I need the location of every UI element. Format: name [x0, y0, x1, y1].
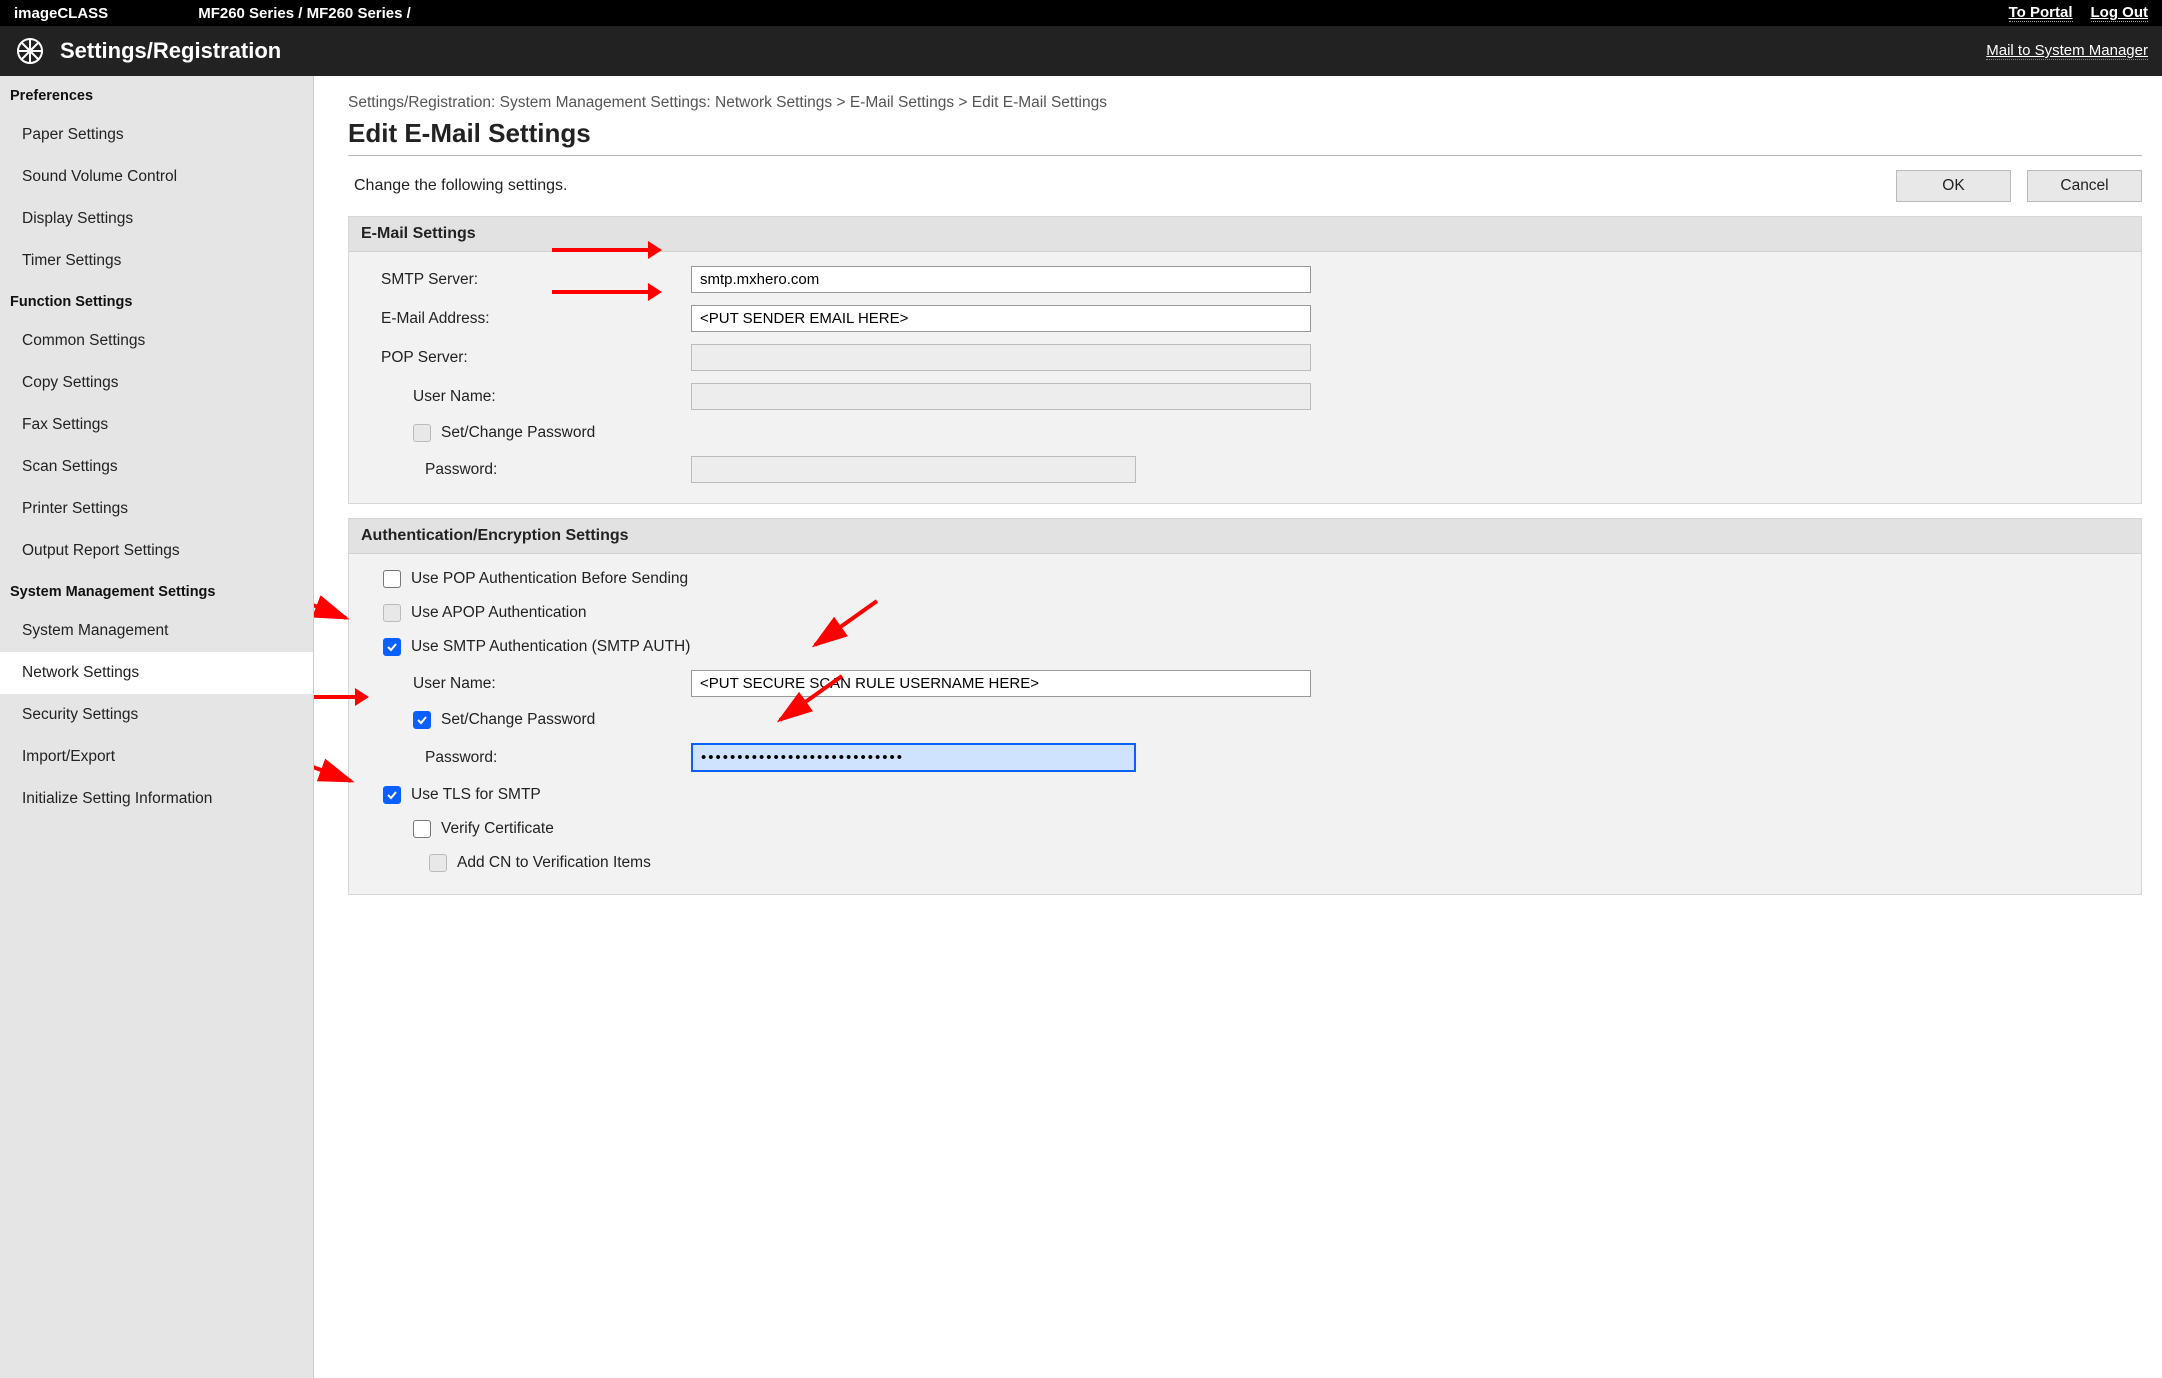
pop-password-input[interactable]	[691, 456, 1136, 483]
sidebar-item-sound-volume[interactable]: Sound Volume Control	[0, 156, 313, 198]
sidebar: Preferences Paper Settings Sound Volume …	[0, 76, 314, 1378]
verify-cert-label: Verify Certificate	[441, 820, 554, 838]
main-content: Settings/Registration: System Management…	[314, 76, 2162, 1378]
pop-auth-checkbox[interactable]	[383, 570, 401, 588]
sidebar-item-initialize-setting[interactable]: Initialize Setting Information	[0, 778, 313, 820]
add-cn-label: Add CN to Verification Items	[457, 854, 651, 872]
smtp-username-input[interactable]	[691, 670, 1311, 697]
pop-auth-label: Use POP Authentication Before Sending	[411, 570, 688, 588]
sidebar-item-fax-settings[interactable]: Fax Settings	[0, 404, 313, 446]
smtp-setpassword-checkbox[interactable]	[413, 711, 431, 729]
sidebar-item-printer-settings[interactable]: Printer Settings	[0, 488, 313, 530]
top-bar: imageCLASS MF260 Series / MF260 Series /…	[0, 0, 2162, 26]
sidebar-item-timer-settings[interactable]: Timer Settings	[0, 240, 313, 282]
page-title: Edit E-Mail Settings	[348, 118, 2142, 156]
sidebar-item-system-management[interactable]: System Management	[0, 610, 313, 652]
action-row: Change the following settings. OK Cancel	[348, 164, 2142, 216]
smtp-auth-label: Use SMTP Authentication (SMTP AUTH)	[411, 638, 690, 656]
sidebar-item-output-report[interactable]: Output Report Settings	[0, 530, 313, 572]
header-title: Settings/Registration	[60, 38, 281, 64]
to-portal-link[interactable]: To Portal	[2009, 4, 2073, 22]
instruction-text: Change the following settings.	[348, 177, 567, 195]
sidebar-item-paper-settings[interactable]: Paper Settings	[0, 114, 313, 156]
auth-encryption-panel: Authentication/Encryption Settings Use P…	[348, 518, 2142, 895]
apop-checkbox[interactable]	[383, 604, 401, 622]
breadcrumb: Settings/Registration: System Management…	[348, 94, 2142, 112]
use-tls-checkbox[interactable]	[383, 786, 401, 804]
auth-encryption-header: Authentication/Encryption Settings	[349, 519, 2141, 554]
email-settings-header: E-Mail Settings	[349, 217, 2141, 252]
pop-username-label: User Name:	[361, 388, 691, 406]
smtp-password-label: Password:	[361, 749, 691, 767]
use-tls-label: Use TLS for SMTP	[411, 786, 541, 804]
cancel-button[interactable]: Cancel	[2027, 170, 2142, 202]
add-cn-checkbox[interactable]	[429, 854, 447, 872]
pop-username-input[interactable]	[691, 383, 1311, 410]
email-address-label: E-Mail Address:	[361, 310, 691, 328]
smtp-auth-checkbox[interactable]	[383, 638, 401, 656]
header-bar: Settings/Registration Mail to System Man…	[0, 26, 2162, 76]
pop-setpassword-label: Set/Change Password	[441, 424, 595, 442]
pop-server-label: POP Server:	[361, 349, 691, 367]
sidebar-group-function: Function Settings	[0, 282, 313, 320]
email-settings-panel: E-Mail Settings SMTP Server: E-Mail Addr…	[348, 216, 2142, 504]
mail-to-system-manager-link[interactable]: Mail to System Manager	[1986, 42, 2148, 60]
smtp-username-label: User Name:	[361, 675, 691, 693]
smtp-server-label: SMTP Server:	[361, 271, 691, 289]
sidebar-item-import-export[interactable]: Import/Export	[0, 736, 313, 778]
smtp-setpassword-label: Set/Change Password	[441, 711, 595, 729]
pop-password-label: Password:	[361, 461, 691, 479]
sidebar-item-network-settings[interactable]: Network Settings	[0, 652, 313, 694]
log-out-link[interactable]: Log Out	[2091, 4, 2148, 22]
smtp-password-input[interactable]	[691, 743, 1136, 772]
sidebar-group-system: System Management Settings	[0, 572, 313, 610]
smtp-server-input[interactable]	[691, 266, 1311, 293]
verify-cert-checkbox[interactable]	[413, 820, 431, 838]
apop-label: Use APOP Authentication	[411, 604, 587, 622]
pop-setpassword-checkbox[interactable]	[413, 424, 431, 442]
sidebar-item-display-settings[interactable]: Display Settings	[0, 198, 313, 240]
ok-button[interactable]: OK	[1896, 170, 2011, 202]
sidebar-item-common-settings[interactable]: Common Settings	[0, 320, 313, 362]
model-label: MF260 Series / MF260 Series /	[198, 5, 411, 22]
sidebar-item-security-settings[interactable]: Security Settings	[0, 694, 313, 736]
sidebar-group-preferences: Preferences	[0, 76, 313, 114]
email-address-input[interactable]	[691, 305, 1311, 332]
sidebar-item-scan-settings[interactable]: Scan Settings	[0, 446, 313, 488]
sidebar-item-copy-settings[interactable]: Copy Settings	[0, 362, 313, 404]
brand-label: imageCLASS	[14, 5, 108, 22]
pop-server-input[interactable]	[691, 344, 1311, 371]
settings-icon	[14, 35, 46, 67]
